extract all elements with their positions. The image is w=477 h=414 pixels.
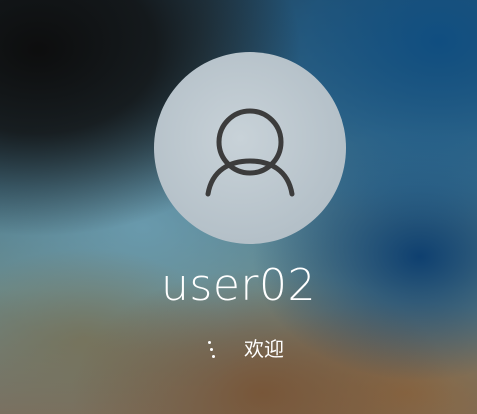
signing-in-status: 欢迎 <box>200 334 284 364</box>
user-avatar <box>154 52 346 244</box>
username-label: user02 <box>161 260 316 311</box>
user-silhouette-icon <box>205 108 295 197</box>
loading-spinner-icon <box>200 337 224 361</box>
status-message: 欢迎 <box>244 337 284 361</box>
